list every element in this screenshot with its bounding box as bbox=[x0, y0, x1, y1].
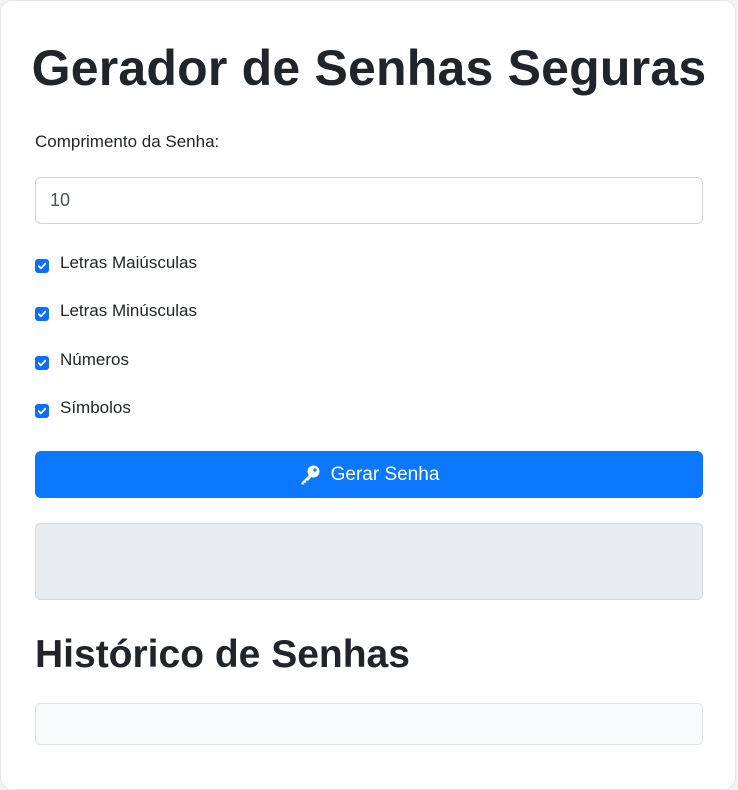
checkmark-icon bbox=[37, 262, 47, 269]
generate-button-label: Gerar Senha bbox=[330, 463, 440, 485]
key-icon bbox=[299, 464, 321, 486]
option-symbols[interactable]: Símbolos bbox=[35, 396, 131, 420]
option-numbers[interactable]: Números bbox=[35, 348, 129, 372]
history-list bbox=[35, 703, 703, 745]
length-input[interactable] bbox=[35, 177, 703, 224]
symbols-label: Símbolos bbox=[60, 398, 131, 417]
password-output[interactable] bbox=[35, 523, 703, 600]
uppercase-checkbox[interactable] bbox=[35, 258, 49, 273]
lowercase-label: Letras Minúsculas bbox=[60, 301, 198, 320]
numbers-checkbox[interactable] bbox=[35, 355, 49, 370]
checkmark-icon bbox=[37, 359, 47, 366]
history-title: Histórico de Senhas bbox=[35, 633, 410, 676]
uppercase-label: Letras Maiúsculas bbox=[60, 253, 198, 272]
option-uppercase[interactable]: Letras Maiúsculas bbox=[35, 251, 197, 275]
symbols-checkbox[interactable] bbox=[35, 403, 49, 418]
length-label: Comprimento da Senha: bbox=[35, 132, 220, 151]
generator-card: Gerador de Senhas Seguras Comprimento da… bbox=[0, 0, 736, 790]
checkmark-icon bbox=[37, 407, 47, 414]
lowercase-checkbox[interactable] bbox=[35, 306, 49, 321]
generate-password-button[interactable]: Gerar Senha bbox=[35, 451, 703, 498]
page-title: Gerador de Senhas Seguras bbox=[31, 40, 707, 96]
option-lowercase[interactable]: Letras Minúsculas bbox=[35, 299, 197, 323]
checkmark-icon bbox=[37, 310, 47, 317]
numbers-label: Números bbox=[60, 350, 129, 369]
